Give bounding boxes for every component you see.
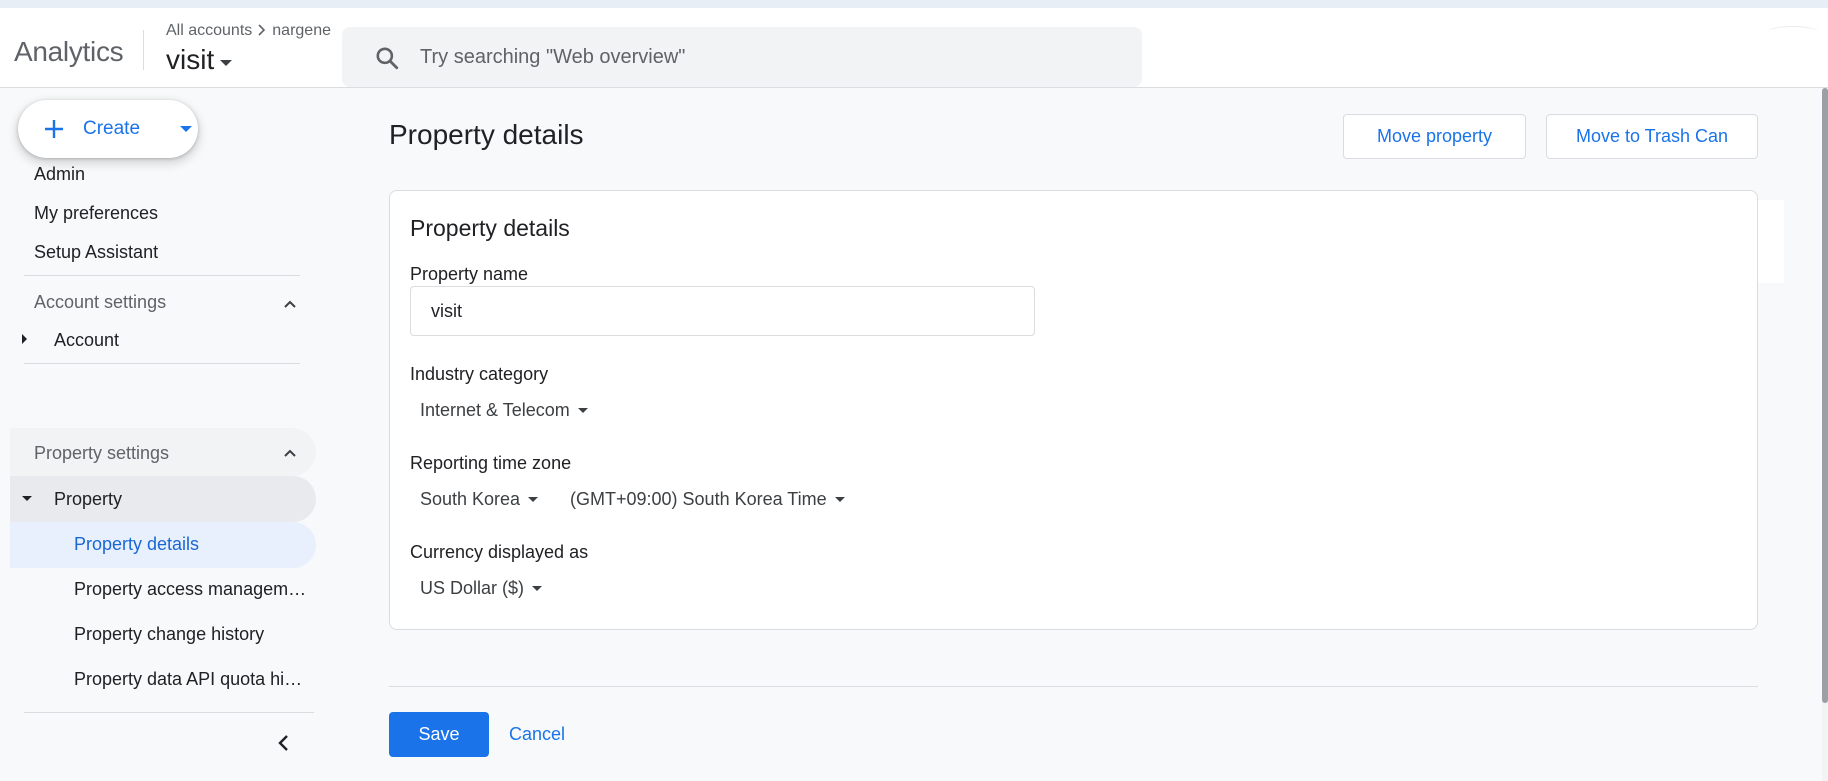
caret-down-icon bbox=[532, 586, 543, 591]
section-account-settings[interactable]: Account settings bbox=[34, 292, 166, 313]
expand-arrow-icon[interactable] bbox=[22, 334, 27, 344]
caret-down-icon bbox=[180, 126, 192, 132]
sidebar-divider bbox=[24, 363, 300, 364]
create-button-label: Create bbox=[83, 118, 141, 139]
search-bar[interactable] bbox=[342, 27, 1142, 87]
cancel-button[interactable]: Cancel bbox=[509, 712, 589, 757]
chevron-right-icon bbox=[258, 23, 266, 39]
app-header: Analytics All accounts nargene visit bbox=[0, 8, 1828, 88]
currency-dropdown[interactable]: US Dollar ($) bbox=[420, 578, 543, 599]
sidebar: Create Admin My preferences Setup Assist… bbox=[0, 88, 330, 781]
property-selector[interactable]: visit bbox=[166, 44, 233, 76]
analytics-logo[interactable]: Analytics bbox=[14, 36, 124, 68]
time-zone-dropdown[interactable]: (GMT+09:00) South Korea Time bbox=[570, 489, 845, 510]
create-button[interactable]: Create bbox=[18, 100, 198, 158]
caret-down-icon bbox=[220, 60, 233, 66]
account-avatar[interactable] bbox=[1768, 26, 1818, 38]
footer-divider bbox=[389, 686, 1758, 687]
collapse-arrow-icon[interactable] bbox=[22, 496, 32, 501]
time-zone-country-dropdown[interactable]: South Korea bbox=[420, 489, 539, 510]
property-name-input[interactable] bbox=[411, 287, 1034, 335]
time-zone-country-value: South Korea bbox=[420, 489, 521, 509]
sidebar-item-admin[interactable]: Admin bbox=[34, 164, 85, 185]
sidebar-item-property-details[interactable]: Property details bbox=[74, 534, 310, 555]
property-name-label: Property name bbox=[410, 264, 529, 284]
industry-category-dropdown[interactable]: Internet & Telecom bbox=[420, 400, 588, 421]
property-name-field[interactable] bbox=[410, 286, 1035, 336]
header-divider bbox=[143, 30, 144, 70]
sidebar-divider bbox=[24, 712, 314, 713]
caret-down-icon bbox=[528, 497, 539, 502]
section-property-settings[interactable]: Property settings bbox=[34, 443, 169, 464]
sidebar-item-account[interactable]: Account bbox=[54, 330, 119, 351]
industry-category-value: Internet & Telecom bbox=[420, 400, 570, 420]
sidebar-item-property-api-quota-history[interactable]: Property data API quota history bbox=[74, 669, 310, 690]
chevron-left-icon[interactable] bbox=[276, 733, 292, 753]
plus-icon bbox=[45, 120, 63, 138]
industry-category-label: Industry category bbox=[410, 364, 549, 384]
property-selector-label: visit bbox=[166, 44, 215, 75]
sidebar-item-property[interactable]: Property bbox=[54, 489, 122, 510]
chevron-up-icon[interactable] bbox=[283, 299, 297, 309]
breadcrumb: All accounts nargene bbox=[166, 22, 331, 40]
overlay-patch bbox=[1758, 200, 1784, 283]
move-to-trash-button[interactable]: Move to Trash Can bbox=[1546, 114, 1758, 159]
caret-down-icon bbox=[834, 497, 845, 502]
currency-label: Currency displayed as bbox=[410, 542, 589, 562]
chevron-up-icon[interactable] bbox=[283, 448, 297, 458]
sidebar-item-setup-assistant[interactable]: Setup Assistant bbox=[34, 242, 158, 263]
browser-top-strip bbox=[0, 0, 1828, 8]
sidebar-item-my-preferences[interactable]: My preferences bbox=[34, 203, 158, 224]
page-title: Property details bbox=[389, 119, 584, 150]
search-input[interactable] bbox=[420, 27, 1120, 87]
sidebar-item-property-change-history[interactable]: Property change history bbox=[74, 624, 310, 645]
currency-value: US Dollar ($) bbox=[420, 578, 525, 598]
breadcrumb-all-accounts[interactable]: All accounts bbox=[166, 22, 252, 40]
scrollbar-thumb[interactable] bbox=[1822, 88, 1828, 703]
property-details-card: Property details Property name Industry … bbox=[389, 190, 1758, 630]
save-button[interactable]: Save bbox=[389, 712, 489, 757]
sidebar-divider bbox=[24, 275, 300, 276]
caret-down-icon bbox=[577, 408, 588, 413]
card-title: Property details bbox=[410, 215, 570, 241]
breadcrumb-account[interactable]: nargene bbox=[272, 22, 331, 40]
search-icon[interactable] bbox=[374, 45, 400, 71]
move-property-button[interactable]: Move property bbox=[1343, 114, 1526, 159]
reporting-time-zone-label: Reporting time zone bbox=[410, 453, 572, 473]
sidebar-item-property-access-management[interactable]: Property access management bbox=[74, 579, 310, 600]
time-zone-value: (GMT+09:00) South Korea Time bbox=[570, 489, 827, 509]
